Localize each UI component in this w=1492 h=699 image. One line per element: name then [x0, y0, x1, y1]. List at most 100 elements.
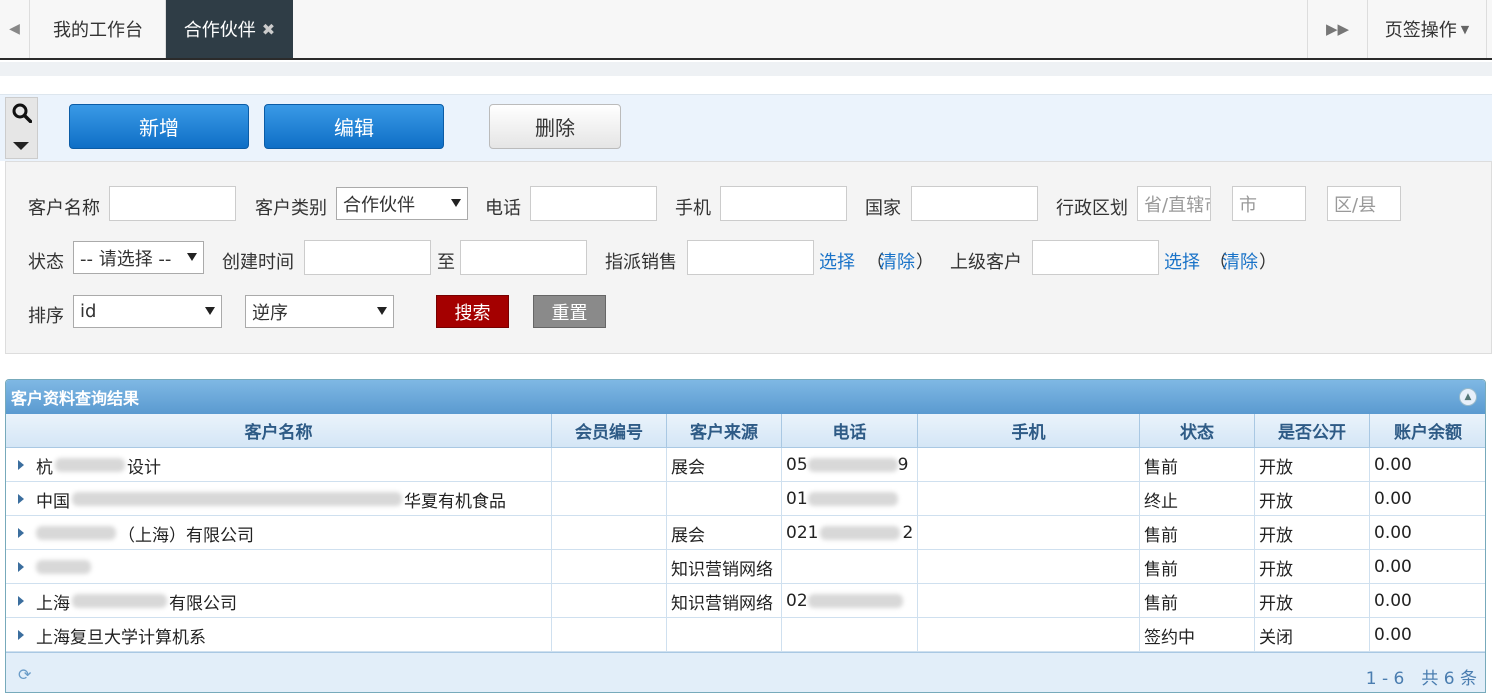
- assigned-sales-input[interactable]: [687, 240, 814, 275]
- close-icon[interactable]: ✖: [262, 20, 275, 39]
- source-cell: 知识营销网络: [667, 584, 782, 618]
- column-header[interactable]: 客户名称: [6, 414, 552, 448]
- column-header[interactable]: 会员编号: [552, 414, 667, 448]
- table-row[interactable]: 杭 设计 展会 05 9 售前 开放 0.00: [6, 448, 1485, 482]
- redacted: [807, 492, 898, 506]
- column-header[interactable]: 是否公开: [1255, 414, 1370, 448]
- parent-customer-input[interactable]: [1032, 240, 1159, 275]
- clear-parent-link[interactable]: 清除: [1222, 248, 1258, 274]
- to-label: 至: [437, 252, 455, 273]
- city-input[interactable]: 市: [1232, 186, 1306, 221]
- customer-name-cell: 中国 华夏有机食品: [6, 482, 552, 516]
- select-value: id: [80, 301, 97, 322]
- balance-cell: 0.00: [1370, 448, 1485, 482]
- refresh-icon[interactable]: ⟳: [18, 665, 31, 684]
- sort-field-select[interactable]: id: [73, 295, 222, 328]
- column-header[interactable]: 状态: [1140, 414, 1255, 448]
- cell-text: 021: [786, 523, 819, 543]
- phone-cell: 01: [782, 482, 918, 516]
- tab-workbench[interactable]: 我的工作台: [31, 0, 166, 58]
- phone-cell: 02: [782, 584, 918, 618]
- customer-name-input[interactable]: [109, 186, 236, 221]
- column-header[interactable]: 电话: [782, 414, 918, 448]
- column-header[interactable]: 客户来源: [667, 414, 782, 448]
- tab-scroll-right-icon[interactable]: ▶▶: [1307, 0, 1367, 58]
- column-header[interactable]: 手机: [918, 414, 1140, 448]
- status-cell: 签约中: [1140, 618, 1255, 652]
- placeholder: 省/直辖市: [1144, 194, 1210, 216]
- table-row[interactable]: 上海复旦大学计算机系 签约中 关闭 0.00: [6, 618, 1485, 652]
- dropdown-arrow-icon: [205, 307, 215, 315]
- tab-label: 合作伙伴: [183, 20, 256, 41]
- member-id-cell: [552, 584, 667, 618]
- column-header[interactable]: 账户余额: [1370, 414, 1485, 448]
- sort-order-select[interactable]: 逆序: [245, 295, 394, 328]
- customer-name-cell: [6, 550, 552, 584]
- tab-bar: ◀ 我的工作台 合作伙伴 ✖ ▶▶ 页签操作 ▼: [0, 0, 1492, 60]
- tab-label: 我的工作台: [53, 20, 143, 41]
- status-cell: 售前: [1140, 550, 1255, 584]
- member-id-cell: [552, 516, 667, 550]
- member-id-cell: [552, 550, 667, 584]
- status-cell: 售前: [1140, 448, 1255, 482]
- balance-cell: 0.00: [1370, 618, 1485, 652]
- country-input[interactable]: [911, 186, 1038, 221]
- tab-scroll-left-icon[interactable]: ◀: [0, 0, 30, 58]
- created-end-input[interactable]: [460, 240, 587, 275]
- spacer: [0, 62, 1492, 76]
- select-parent-link[interactable]: 选择: [1164, 248, 1200, 274]
- province-input[interactable]: 省/直辖市: [1137, 186, 1211, 221]
- dropdown-arrow-icon: [187, 253, 197, 261]
- select-sales-link[interactable]: 选择: [819, 248, 855, 274]
- cell-text: 华夏有机食品: [404, 491, 506, 512]
- edit-button[interactable]: 编辑: [264, 104, 444, 149]
- search-toggle-button[interactable]: [5, 97, 38, 159]
- cell-text: 9: [897, 455, 909, 475]
- customer-name-cell: （上海）有限公司: [6, 516, 552, 550]
- collapse-icon[interactable]: ▲: [1459, 388, 1477, 406]
- search-button[interactable]: 搜索: [436, 295, 509, 328]
- customer-type-select[interactable]: 合作伙伴: [336, 187, 468, 220]
- select-value: 逆序: [252, 302, 288, 324]
- grid-footer: ⟳ 1 - 6 共 6 条: [6, 652, 1485, 692]
- delete-button[interactable]: 删除: [489, 104, 621, 149]
- redacted: [36, 560, 91, 574]
- add-button[interactable]: 新增: [69, 104, 249, 149]
- phone-cell: 021 2: [782, 516, 918, 550]
- pager-info: 1 - 6 共 6 条: [1365, 669, 1477, 689]
- mobile-cell: [918, 618, 1140, 652]
- customer-name-label: 客户名称: [28, 198, 100, 219]
- reset-button[interactable]: 重置: [533, 295, 606, 328]
- customer-type-label: 客户类别: [255, 198, 327, 219]
- table-row[interactable]: 上海 有限公司 知识营销网络 02 售前 开放 0.00: [6, 584, 1485, 618]
- customer-name-cell: 杭 设计: [6, 448, 552, 482]
- table-row[interactable]: 中国 华夏有机食品 01 终止 开放 0.00: [6, 482, 1485, 516]
- cell-text: 上海: [36, 593, 70, 614]
- clear-sales-link[interactable]: 清除: [879, 248, 915, 274]
- status-select[interactable]: -- 请选择 --: [73, 241, 204, 274]
- table-row[interactable]: （上海）有限公司 展会 021 2 售前 开放 0.00: [6, 516, 1485, 550]
- status-cell: 售前: [1140, 516, 1255, 550]
- district-input[interactable]: 区/县: [1327, 186, 1401, 221]
- redacted: [36, 526, 116, 540]
- caret-down-icon: ▼: [1460, 22, 1470, 36]
- public-cell: 开放: [1255, 448, 1370, 482]
- paren-close: ）: [916, 252, 934, 273]
- mobile-input[interactable]: [720, 186, 847, 221]
- grid-title: 客户资料查询结果 ▲: [6, 380, 1485, 414]
- cell-text: 01: [786, 489, 808, 509]
- mobile-cell: [918, 448, 1140, 482]
- status-label: 状态: [28, 252, 64, 273]
- phone-input[interactable]: [530, 186, 657, 221]
- source-cell: 展会: [667, 448, 782, 482]
- cell-text: 设计: [127, 457, 161, 478]
- redacted: [820, 526, 901, 540]
- mobile-cell: [918, 482, 1140, 516]
- public-cell: 关闭: [1255, 618, 1370, 652]
- mobile-label: 手机: [675, 198, 711, 219]
- tab-operations-menu[interactable]: 页签操作 ▼: [1367, 0, 1487, 58]
- parent-customer-label: 上级客户: [950, 252, 1022, 273]
- table-row[interactable]: 知识营销网络 售前 开放 0.00: [6, 550, 1485, 584]
- created-start-input[interactable]: [304, 240, 431, 275]
- tab-partners[interactable]: 合作伙伴 ✖: [166, 0, 293, 58]
